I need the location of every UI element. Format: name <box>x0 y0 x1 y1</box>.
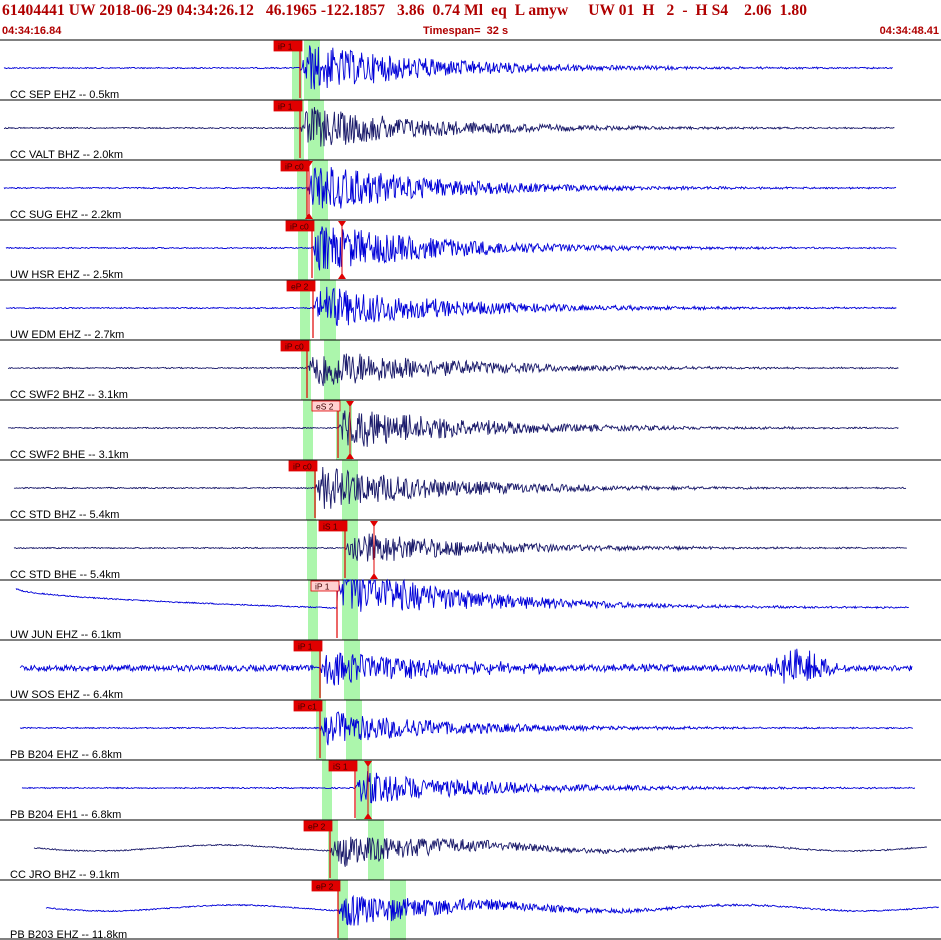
pick-label: eS 2 <box>316 402 334 412</box>
pick-label: iP 1 <box>278 42 293 52</box>
channel-row[interactable]: iP c0 CC SWF2 BHZ -- 3.1km <box>0 339 941 401</box>
channel-row[interactable]: iP c0 CC STD BHZ -- 5.4km <box>0 459 941 521</box>
channel-label: UW HSR EHZ -- 2.5km <box>10 269 123 281</box>
trace-panel[interactable]: iP 1 CC SEP EHZ -- 0.5km iP 1 CC VALT BHZ -… <box>0 0 941 940</box>
waveform-trace <box>7 353 899 387</box>
channel-label: UW JUN EHZ -- 6.1km <box>10 629 121 641</box>
pick-triangle-bottom <box>338 273 346 279</box>
pick-label: iS 1 <box>323 522 338 532</box>
pick-label: eP 2 <box>308 822 326 832</box>
pick-label: iP c1 <box>298 702 317 712</box>
pick-label: iP c0 <box>285 342 304 352</box>
channel-label: PB B204 EHZ -- 6.8km <box>10 749 122 761</box>
pick-label: iP 1 <box>278 102 293 112</box>
pick-label: eP 2 <box>316 882 334 892</box>
channel-label: CC SUG EHZ -- 2.2km <box>10 209 121 221</box>
pick-label: iP c0 <box>285 162 304 172</box>
channel-label: CC JRO BHZ -- 9.1km <box>10 869 119 881</box>
channel-label: UW EDM EHZ -- 2.7km <box>10 329 124 341</box>
channel-label: CC SWF2 BHE -- 3.1km <box>10 449 129 461</box>
channel-label: PB B204 EH1 -- 6.8km <box>10 809 121 821</box>
pick-label: iP 1 <box>315 582 330 592</box>
waveform-trace <box>33 836 928 867</box>
waveform-trace <box>3 167 897 209</box>
channel-label: CC SWF2 BHZ -- 3.1km <box>10 389 128 401</box>
seismogram-viewer: 61404441 UW 2018-06-29 04:34:26.12 46.19… <box>0 0 941 940</box>
pick-label: iP c0 <box>293 462 312 472</box>
waveform-trace <box>21 771 916 804</box>
waveform-trace <box>13 533 907 562</box>
channel-row[interactable]: iS 1 PB B204 EH1 -- 6.8km <box>0 759 941 821</box>
channel-row[interactable]: iP c1 PB B204 EHZ -- 6.8km <box>0 699 941 761</box>
pick-triangle-top <box>370 521 378 527</box>
waveform-trace <box>7 410 899 447</box>
channel-row[interactable]: eS 2 CC SWF2 BHE -- 3.1km <box>0 399 941 461</box>
channel-row[interactable]: iP 1 UW JUN EHZ -- 6.1km <box>0 578 941 641</box>
pick-label: eP 2 <box>291 282 309 292</box>
channel-row[interactable]: iP c0 CC SUG EHZ -- 2.2km <box>0 159 941 221</box>
channel-row[interactable]: iP 1 UW SOS EHZ -- 6.4km <box>0 639 941 701</box>
channel-label: PB B203 EHZ -- 11.8km <box>10 929 127 940</box>
channel-row[interactable]: iP 1 CC SEP EHZ -- 0.5km <box>0 39 941 101</box>
channel-label: CC VALT BHZ -- 2.0km <box>10 149 123 161</box>
channel-row[interactable]: iS 1 CC STD BHE -- 5.4km <box>0 519 941 581</box>
channel-row[interactable]: eP 2 UW EDM EHZ -- 2.7km <box>0 279 941 341</box>
pick-triangle-top <box>338 221 346 227</box>
waveform-trace <box>3 45 893 90</box>
waveform-trace <box>45 894 940 926</box>
channel-label: CC SEP EHZ -- 0.5km <box>10 89 119 101</box>
waveform-trace <box>15 578 909 612</box>
waveform-trace <box>19 648 913 686</box>
pick-label: iP 1 <box>298 642 313 652</box>
pick-label: iS 1 <box>333 762 348 772</box>
channel-label: UW SOS EHZ -- 6.4km <box>10 689 123 701</box>
waveform-trace <box>5 226 897 271</box>
channel-row[interactable]: eP 2 CC JRO BHZ -- 9.1km <box>0 819 941 881</box>
pick-triangle-bottom <box>370 573 378 579</box>
channel-row[interactable]: eP 2 PB B203 EHZ -- 11.8km <box>0 879 941 940</box>
channel-row[interactable]: iP c0 UW HSR EHZ -- 2.5km <box>0 219 941 281</box>
channel-label: CC STD BHZ -- 5.4km <box>10 509 119 521</box>
waveform-trace <box>19 711 914 746</box>
waveform-trace <box>13 466 907 509</box>
waveform-trace <box>3 106 895 147</box>
channel-row[interactable]: iP 1 CC VALT BHZ -- 2.0km <box>0 99 941 161</box>
waveform-trace <box>5 286 897 327</box>
channel-label: CC STD BHE -- 5.4km <box>10 569 120 581</box>
pick-label: iP c0 <box>290 222 309 232</box>
